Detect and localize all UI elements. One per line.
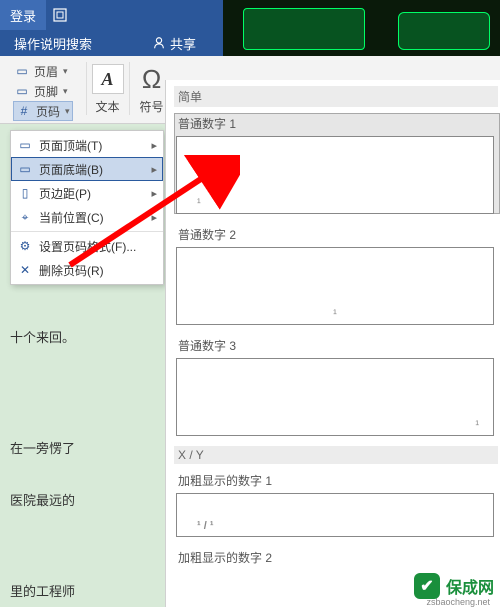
symbol-label: 符号: [140, 98, 164, 115]
header-button[interactable]: ▭ 页眉▾: [14, 62, 72, 80]
login-tab[interactable]: 登录: [0, 0, 46, 30]
menu-label: 删除页码(R): [39, 262, 104, 279]
header-footer-group: ▭ 页眉▾ ▭ 页脚▾ # 页码▾: [14, 62, 72, 120]
current-pos-icon: ⌖: [17, 209, 33, 225]
remove-icon: ✕: [17, 262, 33, 278]
gallery-thumb: ¹ / ¹: [176, 493, 494, 537]
gallery-item-label: 加粗显示的数字 2: [174, 547, 500, 568]
textbox-group[interactable]: A 文本: [86, 62, 130, 115]
menu-format-page-number[interactable]: ⚙ 设置页码格式(F)...: [11, 234, 163, 258]
gallery-item[interactable]: 加粗显示的数字 2: [174, 547, 500, 568]
header-icon: ▭: [14, 63, 30, 79]
menu-remove-page-number[interactable]: ✕ 删除页码(R): [11, 258, 163, 282]
gallery-item-label: 普通数字 3: [174, 335, 500, 356]
gallery-thumb: ¹: [176, 247, 494, 325]
header-image: [223, 0, 500, 56]
page-top-icon: ▭: [17, 137, 33, 153]
watermark-logo-icon: ✔: [414, 573, 440, 599]
footer-label: 页脚: [34, 83, 58, 100]
textbox-icon: A: [92, 64, 124, 94]
gallery-item[interactable]: 普通数字 1 ¹: [174, 113, 500, 214]
doc-line: 里的工程师: [10, 578, 152, 605]
gallery-section-xy: X / Y: [174, 446, 498, 464]
menu-label: 页面顶端(T): [39, 137, 102, 154]
share-label: 共享: [170, 34, 196, 53]
page-bottom-icon: ▭: [17, 161, 33, 177]
menu-label: 当前位置(C): [39, 209, 104, 226]
gallery-item-label: 加粗显示的数字 1: [174, 470, 500, 491]
menu-label: 页面底端(B): [39, 161, 103, 178]
gallery-item-label: 普通数字 2: [174, 224, 500, 245]
share-button[interactable]: 共享: [152, 34, 196, 53]
footer-button[interactable]: ▭ 页脚▾: [14, 82, 72, 100]
page-number-menu: ▭ 页面顶端(T) ▭ 页面底端(B) ▯ 页边距(P) ⌖ 当前位置(C) ⚙…: [10, 130, 164, 285]
format-icon: ⚙: [17, 238, 33, 254]
page-number-button[interactable]: # 页码▾: [14, 102, 72, 120]
page-margin-icon: ▯: [17, 185, 33, 201]
gallery-item-label: 普通数字 1: [174, 113, 500, 134]
omega-icon: Ω: [142, 64, 161, 94]
gallery-section-simple: 简单: [174, 86, 498, 107]
watermark-text: 保成网: [446, 574, 494, 598]
menu-page-margin[interactable]: ▯ 页边距(P): [11, 181, 163, 205]
menu-page-top[interactable]: ▭ 页面顶端(T): [11, 133, 163, 157]
menu-current-position[interactable]: ⌖ 当前位置(C): [11, 205, 163, 229]
menu-label: 页边距(P): [39, 185, 91, 202]
help-search-label[interactable]: 操作说明搜索: [14, 34, 92, 53]
gallery-item[interactable]: 加粗显示的数字 1 ¹ / ¹: [174, 470, 500, 537]
doc-line: 十个来回。: [10, 324, 152, 351]
page-number-gallery: 简单 普通数字 1 ¹ 普通数字 2 ¹ 普通数字 3 ¹ X / Y 加粗显示…: [165, 80, 500, 607]
watermark-url: zsbaocheng.net: [426, 597, 490, 607]
gallery-thumb: ¹: [176, 358, 494, 436]
menu-label: 设置页码格式(F)...: [39, 238, 136, 255]
gallery-item[interactable]: 普通数字 2 ¹: [174, 224, 500, 325]
account-icon[interactable]: [46, 0, 74, 30]
page-number-icon: #: [16, 103, 32, 119]
page-number-label: 页码: [36, 103, 60, 120]
footer-icon: ▭: [14, 83, 30, 99]
watermark: ✔ 保成网: [414, 573, 494, 599]
menu-page-bottom[interactable]: ▭ 页面底端(B): [11, 157, 163, 181]
gallery-thumb: ¹: [176, 136, 494, 214]
menu-separator: [11, 231, 163, 232]
gallery-item[interactable]: 普通数字 3 ¹: [174, 335, 500, 436]
doc-line: 在一旁愣了: [10, 435, 152, 462]
header-label: 页眉: [34, 63, 58, 80]
doc-line: 医院最远的: [10, 487, 152, 514]
textbox-label: 文本: [96, 98, 120, 115]
